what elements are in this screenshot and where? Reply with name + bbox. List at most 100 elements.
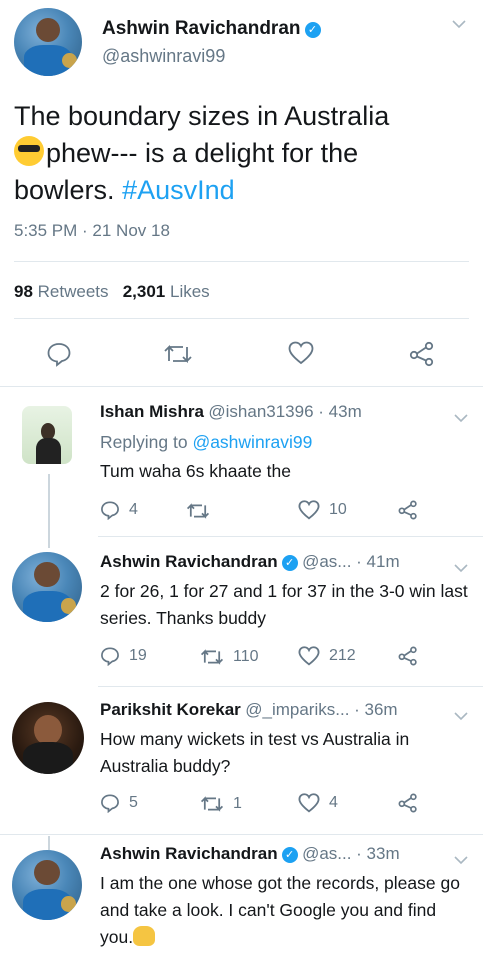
divider xyxy=(14,261,469,262)
author-avatar[interactable] xyxy=(14,8,82,76)
reply-header: Ishan Mishra @ishan31396 · 43m xyxy=(100,402,362,422)
chevron-down-icon[interactable] xyxy=(454,852,468,868)
hashtag-link[interactable]: #AusvInd xyxy=(122,175,235,205)
tweet-stats: 98 Retweets 2,301 Likes xyxy=(14,282,210,302)
tweet-text-line2: phew--- is a delight for the xyxy=(46,138,359,168)
reply-author-avatar[interactable] xyxy=(12,552,82,622)
verified-icon: ✓ xyxy=(281,554,298,571)
reply-meta: @ishan31396 · 43m xyxy=(208,402,362,421)
replying-to-link[interactable]: @ashwinravi99 xyxy=(192,432,312,452)
share-icon xyxy=(398,793,417,813)
reply-author-avatar[interactable] xyxy=(22,406,72,464)
reply-button[interactable] xyxy=(46,341,72,367)
reply-meta: @as... · 41m xyxy=(302,552,400,571)
reply-header: Ashwin Ravichandran ✓ @as... · 33m xyxy=(100,844,400,864)
reply-text-container: I am the one whose got the records, plea… xyxy=(100,870,470,951)
reply-button[interactable]: 19 xyxy=(100,646,147,666)
reply-author-name[interactable]: Parikshit Korekar xyxy=(100,700,241,719)
reply-tweet[interactable]: Ashwin Ravichandran ✓ @as... · 33m I am t… xyxy=(0,836,483,958)
author-name[interactable]: Ashwin Ravichandran xyxy=(102,18,301,39)
like-icon xyxy=(298,793,320,813)
divider xyxy=(0,386,483,387)
thread-line xyxy=(48,836,50,850)
reply-tweet[interactable]: Parikshit Korekar @_impariks... · 36m Ho… xyxy=(0,688,483,834)
likes-label[interactable]: Likes xyxy=(170,282,210,301)
like-count: 4 xyxy=(329,794,338,811)
share-icon xyxy=(398,500,417,520)
tweet-text-line1: The boundary sizes in Australia xyxy=(14,101,390,131)
retweet-count: 1 xyxy=(233,795,242,812)
chevron-down-icon[interactable] xyxy=(454,560,468,576)
main-tweet: Ashwin Ravichandran ✓ @ashwinravi99 The b… xyxy=(0,0,483,388)
reply-icon xyxy=(101,501,119,520)
reply-author-avatar[interactable] xyxy=(12,702,84,774)
retweets-label[interactable]: Retweets xyxy=(38,282,109,301)
raised-hands-emoji-icon xyxy=(133,926,156,946)
divider xyxy=(98,536,483,537)
reply-meta: @_impariks... · 36m xyxy=(245,700,398,719)
author-header: Ashwin Ravichandran ✓ @ashwinravi99 xyxy=(102,18,321,67)
divider xyxy=(98,686,483,687)
tweet-text: The boundary sizes in Australia phew--- … xyxy=(14,98,469,209)
chevron-down-icon[interactable] xyxy=(454,410,468,426)
retweet-button[interactable]: 110 xyxy=(200,648,259,666)
reply-button[interactable]: 4 xyxy=(100,500,138,520)
chevron-down-icon[interactable] xyxy=(454,708,468,724)
reply-author-avatar[interactable] xyxy=(12,850,82,920)
retweet-icon xyxy=(164,344,192,364)
like-button[interactable] xyxy=(288,341,314,365)
reply-button[interactable]: 5 xyxy=(100,793,138,813)
share-button[interactable] xyxy=(398,646,418,666)
reply-icon xyxy=(47,343,71,367)
retweet-button[interactable]: 1 xyxy=(200,795,242,813)
reply-text: How many wickets in test vs Australia in… xyxy=(100,729,410,776)
reply-count: 4 xyxy=(129,501,138,518)
retweet-count: 110 xyxy=(233,648,259,665)
divider xyxy=(0,834,483,835)
reply-text: Tum waha 6s khaate the xyxy=(100,461,291,481)
reply-author-name[interactable]: Ashwin Ravichandran xyxy=(100,552,278,571)
reply-meta: @as... · 33m xyxy=(302,844,400,863)
author-handle[interactable]: @ashwinravi99 xyxy=(102,46,321,67)
verified-icon: ✓ xyxy=(281,846,298,863)
like-button[interactable]: 10 xyxy=(298,500,347,520)
reply-icon xyxy=(101,647,119,666)
like-count: 10 xyxy=(329,501,347,518)
verified-icon: ✓ xyxy=(304,21,321,38)
likes-count[interactable]: 2,301 xyxy=(123,282,166,301)
chevron-down-icon[interactable] xyxy=(452,16,466,32)
reply-icon xyxy=(101,794,119,813)
like-icon xyxy=(288,341,314,365)
reply-author-name[interactable]: Ishan Mishra xyxy=(100,402,204,421)
share-button[interactable] xyxy=(398,500,418,520)
reply-header: Parikshit Korekar @_impariks... · 36m xyxy=(100,700,398,720)
tweet-text-line3: bowlers. xyxy=(14,175,115,205)
retweets-count[interactable]: 98 xyxy=(14,282,33,301)
reply-tweet[interactable]: Ishan Mishra @ishan31396 · 43m Replying … xyxy=(0,388,483,536)
reply-count: 19 xyxy=(129,647,147,664)
retweet-icon xyxy=(200,796,224,812)
retweet-button[interactable] xyxy=(163,343,193,365)
retweet-button[interactable] xyxy=(186,502,219,520)
tweet-timestamp[interactable]: 5:35 PM · 21 Nov 18 xyxy=(14,221,170,241)
reply-header: Ashwin Ravichandran ✓ @as... · 41m xyxy=(100,552,400,572)
retweet-icon xyxy=(200,649,224,665)
like-icon xyxy=(298,500,320,520)
like-button[interactable]: 212 xyxy=(298,646,356,666)
like-count: 212 xyxy=(329,647,356,664)
share-icon xyxy=(409,341,434,367)
sunglasses-emoji-icon xyxy=(14,136,44,166)
reply-tweet[interactable]: Ashwin Ravichandran ✓ @as... · 41m 2 for … xyxy=(0,538,483,686)
like-button[interactable]: 4 xyxy=(298,793,338,813)
replying-label: Replying to xyxy=(100,432,188,452)
reply-count: 5 xyxy=(129,794,138,811)
thread-line xyxy=(48,474,50,548)
share-button[interactable] xyxy=(409,341,435,367)
replying-to: Replying to @ashwinravi99 xyxy=(100,432,312,453)
share-button[interactable] xyxy=(398,793,418,813)
divider xyxy=(14,318,469,319)
reply-text: 2 for 26, 1 for 27 and 1 for 37 in the 3… xyxy=(100,581,468,628)
retweet-icon xyxy=(186,503,210,519)
reply-author-name[interactable]: Ashwin Ravichandran xyxy=(100,844,278,863)
like-icon xyxy=(298,646,320,666)
